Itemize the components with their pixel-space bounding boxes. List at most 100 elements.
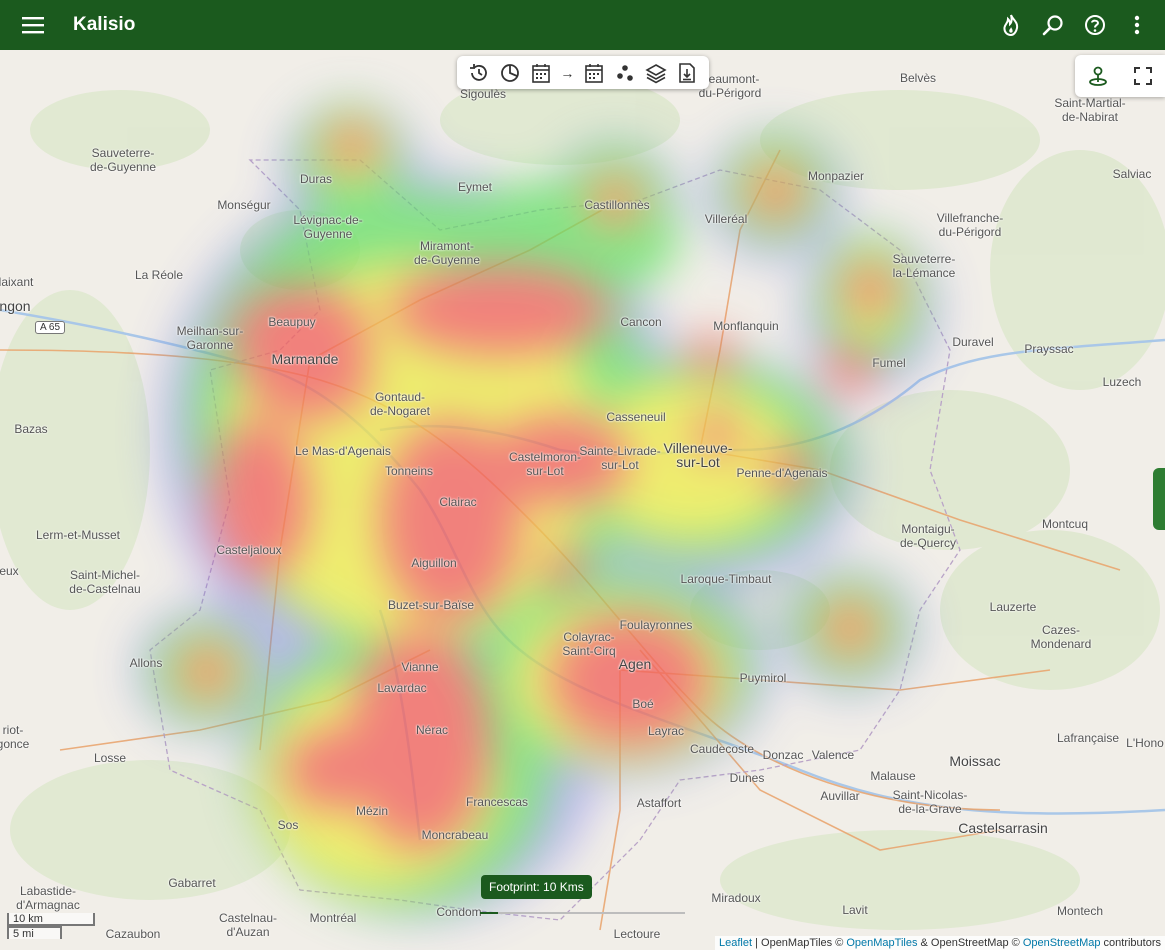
place-label: La Réole — [134, 268, 184, 282]
place-label: Auvillar — [820, 789, 860, 803]
attribution: Leaflet | OpenMapTiles © OpenMapTiles & … — [715, 936, 1165, 950]
scale-mi: 5 mi — [7, 926, 62, 940]
place-label: Aiguillon — [411, 556, 457, 570]
place-label: Monflanquin — [713, 319, 779, 333]
place-label: Gontaud-de-Nogaret — [369, 390, 431, 418]
place-label: Miradoux — [711, 891, 761, 905]
place-label: Sauveterre-la-Lémance — [892, 252, 956, 280]
place-label: Lauzerte — [989, 600, 1037, 614]
place-label: riot-gonce — [0, 723, 30, 751]
place-label: Labastide-d'Armagnac — [16, 884, 80, 912]
place-label: Lafrançaise — [1056, 731, 1120, 745]
place-label: Dunes — [729, 771, 765, 785]
footprint-slider[interactable] — [480, 912, 685, 914]
place-label: Monségur — [217, 198, 271, 212]
place-label: Luzech — [1102, 375, 1142, 389]
attribution-text-1: | OpenMapTiles © — [752, 937, 847, 949]
place-label: Buzet-sur-Baïse — [387, 598, 475, 612]
place-label: Miramont-de-Guyenne — [413, 239, 481, 267]
fullscreen-icon[interactable] — [1131, 64, 1155, 88]
road-shield: A 65 — [35, 321, 66, 334]
place-label: Saint-Nicolas-de-la-Grave — [892, 788, 968, 816]
place-label: Beaupuy — [268, 315, 316, 329]
calendar-end-icon[interactable] — [582, 61, 606, 85]
more-vert-icon[interactable] — [1119, 7, 1155, 43]
place-label: Montréal — [309, 911, 357, 925]
place-label: Laroque-Timbaut — [680, 572, 772, 586]
place-label: Meilhan-sur- Garonne — [176, 324, 244, 352]
scatter-icon[interactable] — [613, 61, 637, 85]
place-label: Moissac — [949, 753, 1001, 769]
footprint-slider-fill — [480, 912, 499, 914]
place-label: Clairac — [439, 495, 477, 509]
calendar-start-icon[interactable] — [529, 61, 553, 85]
place-label: Astaffort — [636, 796, 682, 810]
place-label: Saint-Martial-de-Nabirat — [1054, 96, 1126, 124]
app-title: Kalisio — [73, 14, 136, 35]
place-label: Condom — [436, 905, 482, 919]
place-label: Gabarret — [168, 876, 216, 890]
place-label: Lévignac-de- Guyenne — [293, 213, 363, 241]
attribution-text-3: contributors — [1100, 937, 1161, 949]
layers-icon[interactable] — [644, 61, 668, 85]
history-icon[interactable] — [467, 61, 491, 85]
place-label: Bazas — [14, 422, 48, 436]
place-label: Caudecoste — [689, 742, 755, 756]
menu-icon[interactable] — [18, 10, 48, 40]
place-label: Castelmoron-sur-Lot — [508, 450, 582, 478]
place-label: Lavit — [842, 903, 868, 917]
place-label: Agen — [618, 656, 652, 672]
chart-icon[interactable] — [498, 61, 522, 85]
place-label: Tonneins — [384, 464, 434, 478]
place-label: Boé — [632, 697, 654, 711]
place-label: Puymirol — [739, 671, 787, 685]
app-bar: Kalisio — [0, 0, 1165, 50]
place-label: Montech — [1056, 904, 1104, 918]
place-label: Lectoure — [613, 927, 661, 941]
place-label: Mézin — [355, 804, 389, 818]
place-label: Montaigu-de-Quercy — [899, 522, 957, 550]
place-label: Donzac — [762, 748, 804, 762]
leaflet-link[interactable]: Leaflet — [719, 937, 752, 949]
place-label: Fumel — [872, 356, 906, 370]
export-icon[interactable] — [675, 61, 699, 85]
place-label: Prayssac — [1024, 342, 1074, 356]
map[interactable]: Sigoulès Beaumont-du-Périgord Belvès Saint-… — [0, 50, 1165, 950]
place-label: Eymet — [457, 180, 493, 194]
place-label: Sainte-Livrade-sur-Lot — [579, 444, 661, 472]
place-label: L'Hono — [1126, 736, 1164, 750]
place-label: Colayrac- Saint-Cirq — [562, 630, 616, 658]
place-label: Lerm-et-Musset — [35, 528, 121, 542]
place-label: Layrac — [647, 724, 685, 738]
place-label: Monpazier — [807, 169, 865, 183]
place-label: Saint-Michel-de-Castelnau — [69, 568, 141, 596]
place-label: eux — [0, 564, 19, 578]
place-label: Sigoulès — [459, 87, 507, 101]
map-toolbar: → — [457, 56, 709, 89]
place-label: Francescas — [465, 795, 529, 809]
help-icon[interactable] — [1077, 7, 1113, 43]
place-label: Castelsarrasin — [958, 820, 1048, 836]
place-label: Marmande — [271, 351, 339, 367]
place-label: Casseneuil — [606, 410, 666, 424]
geolocate-icon[interactable] — [1086, 64, 1110, 88]
place-label: Lavardac — [377, 681, 427, 695]
place-label: Montcuq — [1041, 517, 1089, 531]
fire-icon[interactable] — [993, 7, 1029, 43]
place-label: Villefranche-du-Périgord — [936, 211, 1004, 239]
side-panel-tab[interactable] — [1153, 468, 1165, 530]
search-icon[interactable] — [1035, 7, 1071, 43]
footprint-tooltip: Footprint: 10 Kms — [481, 875, 592, 899]
place-label: Valence — [811, 748, 855, 762]
place-label: Casteljaloux — [216, 543, 282, 557]
place-label: Penne-d'Agenais — [736, 466, 828, 480]
place-label: Belvès — [899, 71, 937, 85]
heatmap-layer — [135, 100, 940, 920]
place-label: Cancon — [620, 315, 662, 329]
place-label: Villeréal — [704, 212, 748, 226]
place-label: Vianne — [401, 660, 439, 674]
place-label: Sauveterre-de-Guyenne — [89, 146, 157, 174]
openstreetmap-link[interactable]: OpenStreetMap — [1023, 937, 1101, 949]
place-label: Malause — [870, 769, 916, 783]
openmaptiles-link[interactable]: OpenMapTiles — [846, 937, 917, 949]
